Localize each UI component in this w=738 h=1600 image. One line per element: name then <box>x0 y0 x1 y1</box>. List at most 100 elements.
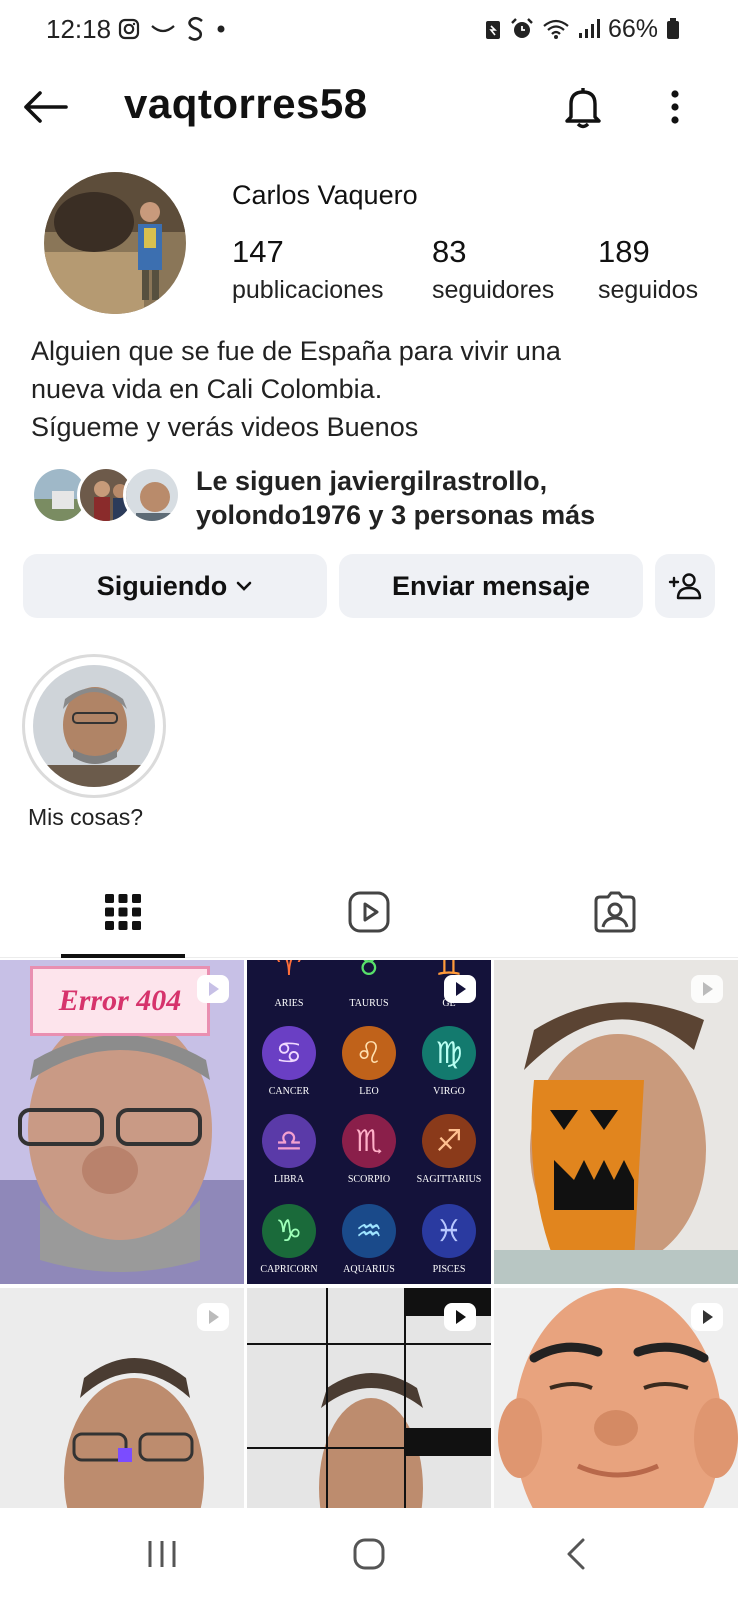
profile-avatar[interactable] <box>44 172 186 314</box>
tab-posts-grid[interactable] <box>0 868 246 956</box>
profile-header-bar: vaqtorres58 <box>0 72 738 142</box>
error-404-text: Error 404 <box>58 984 182 1017</box>
system-back-button[interactable] <box>536 1524 616 1584</box>
zodiac-name: LIBRA <box>274 1174 304 1185</box>
zodiac-glyph: ♓ <box>422 1204 476 1258</box>
zodiac-glyph: ♎ <box>262 1114 316 1168</box>
s-app-icon <box>188 16 203 41</box>
display-name: Carlos Vaquero <box>232 180 418 210</box>
recent-apps-icon <box>148 1541 176 1567</box>
instagram-icon <box>118 18 140 40</box>
stat-posts[interactable]: 147 publicaciones <box>232 234 384 305</box>
back-button[interactable] <box>20 82 70 132</box>
back-icon <box>567 1538 585 1570</box>
post-thumbnail[interactable] <box>247 1288 491 1508</box>
highlight-label: Mis cosas? <box>28 804 144 830</box>
zodiac-glyph: ♐ <box>422 1114 476 1168</box>
wifi-icon <box>543 19 569 39</box>
followed-by-row[interactable]: Le siguen javiergilrastrollo, yolondo197… <box>31 464 721 530</box>
add-person-icon <box>668 573 702 600</box>
signal-icon <box>578 19 600 38</box>
more-options-button[interactable] <box>650 82 700 132</box>
missed-call-icon <box>151 25 175 33</box>
zodiac-name: AQUARIUS <box>343 1264 395 1275</box>
notifications-button[interactable] <box>558 82 608 132</box>
battery-icon <box>667 18 679 39</box>
posts-grid: Error 404 ♈ ARIES ♉ TAURUS ♊ GE ♋ CANCER… <box>0 960 738 1508</box>
bio-line: Alguien que se fue de España para vivir … <box>31 336 561 366</box>
zodiac-cell: ♐ SAGITTARIUS <box>409 1106 489 1196</box>
zodiac-cell: ♋ CANCER <box>249 1018 329 1108</box>
zodiac-cell: ♌ LEO <box>329 1018 409 1108</box>
zodiac-cell: ♓ PISCES <box>409 1196 489 1284</box>
zodiac-glyph: ♌ <box>342 1026 396 1080</box>
zodiac-glyph: ♒ <box>342 1204 396 1258</box>
story-highlight[interactable] <box>22 654 166 798</box>
home-button[interactable] <box>329 1524 409 1584</box>
bio-line: nueva vida en Cali Colombia. <box>31 374 383 404</box>
tab-tagged[interactable] <box>492 868 738 956</box>
zodiac-cell: ♈ ARIES <box>249 960 329 1020</box>
zodiac-glyph: ♈ <box>275 960 303 983</box>
post-thumbnail[interactable] <box>494 1288 738 1508</box>
zodiac-name: CAPRICORN <box>260 1264 318 1275</box>
more-vertical-icon <box>671 90 679 124</box>
dot-icon <box>217 25 225 33</box>
battery-saver-icon <box>485 21 500 39</box>
zodiac-glyph: ♑ <box>262 1204 316 1258</box>
zodiac-name: LEO <box>359 1086 379 1097</box>
following-button-label: Siguiendo <box>96 570 228 601</box>
zodiac-cell: ♏ SCORPIO <box>329 1106 409 1196</box>
status-time: 12:18 <box>46 14 112 44</box>
mutual-avatar <box>123 466 181 524</box>
system-nav-bar <box>0 1508 738 1600</box>
zodiac-cell: ♒ AQUARIUS <box>329 1196 409 1284</box>
home-icon <box>353 1538 385 1570</box>
reel-indicator-icon <box>691 975 723 1003</box>
zodiac-name: SAGITTARIUS <box>416 1174 482 1185</box>
posts-count: 147 <box>232 234 284 269</box>
send-message-label: Enviar mensaje <box>391 570 591 601</box>
username-title: vaqtorres58 <box>124 80 368 127</box>
alarm-icon <box>511 18 533 38</box>
post-thumbnail[interactable]: Error 404 <box>0 960 244 1284</box>
stat-followers[interactable]: 83 seguidores <box>432 234 554 305</box>
reels-icon <box>348 891 390 933</box>
highlight-cover <box>33 665 155 787</box>
send-message-button[interactable]: Enviar mensaje <box>339 554 643 618</box>
zodiac-cell: ♍ VIRGO <box>409 1018 489 1108</box>
post-thumbnail[interactable] <box>0 1288 244 1508</box>
followers-count: 83 <box>432 234 467 269</box>
following-button[interactable]: Siguiendo <box>23 554 327 618</box>
post-thumbnail[interactable] <box>494 960 738 1284</box>
zodiac-cell: ♑ CAPRICORN <box>249 1196 329 1284</box>
bio-line: Sígueme y verás videos Buenos <box>31 412 419 442</box>
suggested-users-button[interactable] <box>655 554 715 618</box>
zodiac-glyph: ♉ <box>355 960 383 983</box>
zodiac-glyph: ♋ <box>262 1026 316 1080</box>
tagged-icon <box>594 891 636 933</box>
zodiac-glyph: ♍ <box>422 1026 476 1080</box>
error-banner: Error 404 <box>30 966 210 1036</box>
zodiac-name: ARIES <box>274 998 304 1009</box>
zodiac-name: SCORPIO <box>347 1174 391 1185</box>
status-left-icons <box>118 14 226 44</box>
bell-icon <box>565 88 601 129</box>
battery-percent: 66% <box>607 14 658 43</box>
status-right: 66% <box>484 14 680 44</box>
zodiac-name: PISCES <box>432 1264 466 1275</box>
zodiac-name: VIRGO <box>433 1086 465 1097</box>
reel-indicator-icon <box>444 1303 476 1331</box>
arrow-left-icon <box>24 91 68 123</box>
followers-label: seguidores <box>432 276 555 304</box>
zodiac-name: CANCER <box>268 1086 310 1097</box>
profile-tabs <box>0 868 738 958</box>
post-thumbnail[interactable]: ♈ ARIES ♉ TAURUS ♊ GE ♋ CANCER ♌ LEO ♍ V… <box>247 960 491 1284</box>
zodiac-cell: ♎ LIBRA <box>249 1106 329 1196</box>
tab-reels[interactable] <box>246 868 492 956</box>
zodiac-cell: ♉ TAURUS <box>329 960 409 1020</box>
reel-indicator-icon <box>197 975 229 1003</box>
status-bar: 12:18 66% <box>0 0 738 60</box>
stat-following[interactable]: 189 seguidos <box>598 234 698 305</box>
recent-apps-button[interactable] <box>122 1524 202 1584</box>
